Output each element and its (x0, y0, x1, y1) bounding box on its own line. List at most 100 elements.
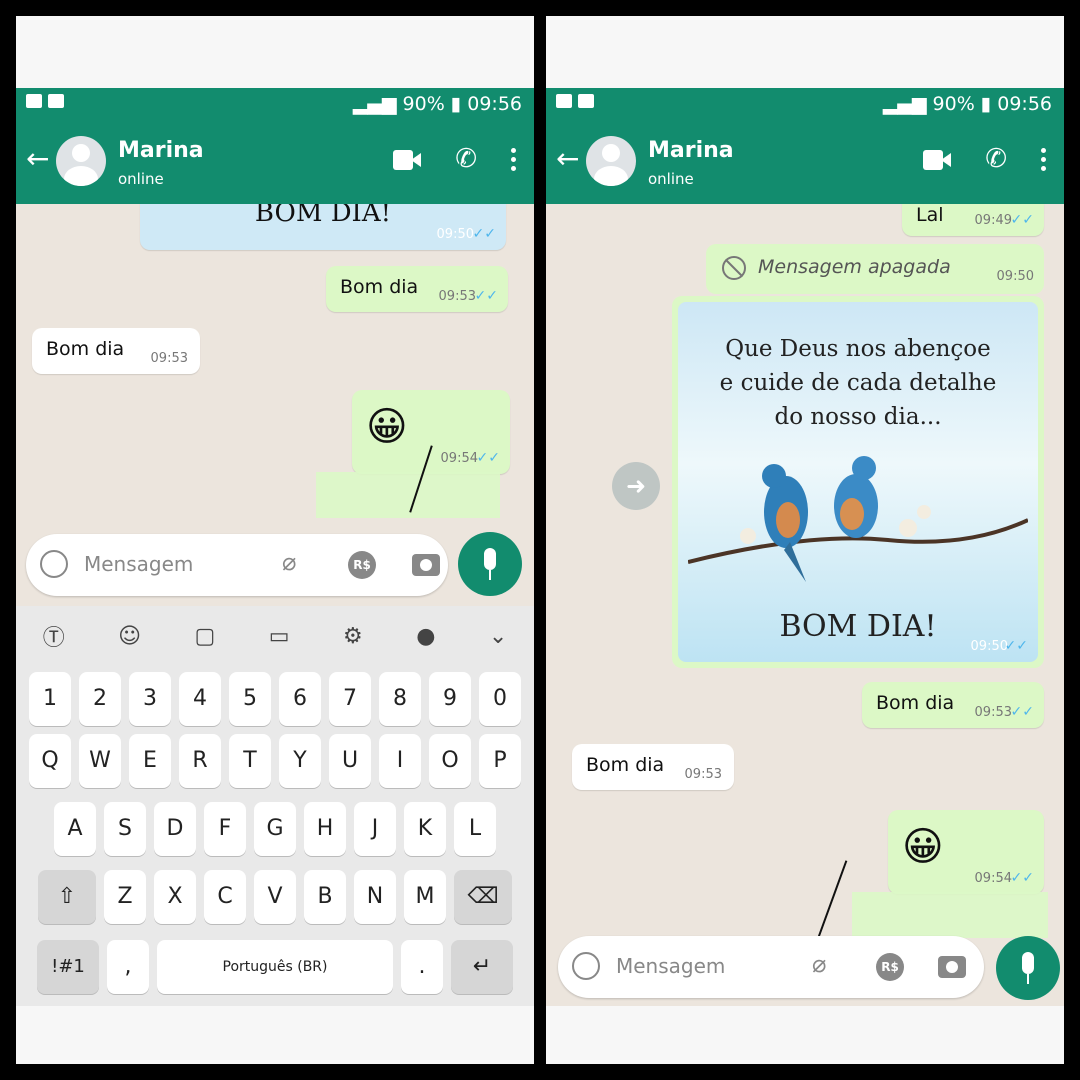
message-text: Bom dia (876, 692, 955, 714)
read-ticks-icon: ✓✓ (1010, 704, 1034, 720)
key-row-bottom: !#1 , Português (BR) . ↵ (16, 940, 534, 994)
blurred-message (316, 472, 500, 518)
emoji-message[interactable]: 😀 09:54 ✓✓ (888, 810, 1044, 894)
image-line: do nosso dia... (774, 404, 942, 430)
message-outgoing[interactable]: Bom dia 09:53 ✓✓ (326, 266, 508, 312)
camera-icon[interactable] (938, 956, 966, 978)
enter-key-icon[interactable]: ↵ (451, 940, 513, 994)
sticker-icon[interactable]: ▢ (195, 624, 216, 649)
deleted-message[interactable]: Mensagem apagada 09:50 (706, 244, 1044, 294)
phone-call-icon[interactable]: ✆ (985, 144, 1007, 174)
emoji-keyboard-icon[interactable]: ☺ (118, 624, 141, 649)
message-input[interactable]: Mensagem (84, 552, 193, 576)
read-ticks-icon: ✓✓ (474, 288, 498, 304)
key[interactable]: I (379, 734, 421, 788)
key[interactable]: F (204, 802, 246, 856)
message-incoming[interactable]: Bom dia 09:53 (32, 328, 200, 374)
key[interactable]: Z (104, 870, 146, 924)
menu-icon[interactable] (511, 148, 516, 174)
key[interactable]: B (304, 870, 346, 924)
key[interactable]: 3 (129, 672, 171, 726)
key[interactable]: 2 (79, 672, 121, 726)
key[interactable]: P (479, 734, 521, 788)
phone-call-icon[interactable]: ✆ (455, 144, 477, 174)
avatar[interactable] (56, 136, 106, 186)
key[interactable]: M (404, 870, 446, 924)
key[interactable]: K (404, 802, 446, 856)
forward-icon[interactable]: ➜ (612, 462, 660, 510)
message-input-bar[interactable]: Mensagem ⌀ R$ (26, 534, 448, 596)
attach-icon[interactable]: ⌀ (812, 950, 826, 978)
key[interactable]: Q (29, 734, 71, 788)
settings-icon[interactable]: ⚙ (343, 624, 363, 649)
key[interactable]: A (54, 802, 96, 856)
key[interactable]: 5 (229, 672, 271, 726)
payment-icon[interactable]: R$ (876, 953, 904, 981)
left-screenshot: ▂▄▆ 90% ▮ 09:56 ← Marina online ✆ BOM DI… (16, 16, 534, 1064)
key[interactable]: E (129, 734, 171, 788)
attach-icon[interactable]: ⌀ (282, 548, 296, 576)
greeting-image[interactable]: Que Deus nos abençoe e cuide de cada det… (678, 302, 1038, 662)
backspace-key-icon[interactable]: ⌫ (454, 870, 512, 924)
key[interactable]: 7 (329, 672, 371, 726)
message-outgoing-partial[interactable]: Lal 09:49 ✓✓ (902, 204, 1044, 236)
key[interactable]: R (179, 734, 221, 788)
payment-icon[interactable]: R$ (348, 551, 376, 579)
menu-icon[interactable] (1041, 148, 1046, 174)
message-input-bar[interactable]: Mensagem ⌀ R$ (558, 936, 984, 998)
gif-icon[interactable]: ▭ (269, 624, 290, 649)
back-arrow-icon[interactable]: ← (26, 142, 49, 175)
key[interactable]: O (429, 734, 471, 788)
blurred-message (852, 892, 1048, 938)
key[interactable]: X (154, 870, 196, 924)
key[interactable]: C (204, 870, 246, 924)
voice-input-icon[interactable]: ● (416, 624, 435, 649)
emoji-icon[interactable] (40, 550, 68, 578)
key[interactable]: G (254, 802, 296, 856)
mic-button[interactable] (996, 936, 1060, 1000)
back-arrow-icon[interactable]: ← (556, 142, 579, 175)
video-call-icon[interactable] (923, 150, 952, 170)
read-ticks-icon: ✓✓ (476, 450, 500, 466)
message-outgoing[interactable]: Bom dia 09:53 ✓✓ (862, 682, 1044, 728)
key[interactable]: 0 (479, 672, 521, 726)
space-key[interactable]: Português (BR) (157, 940, 393, 994)
key[interactable]: 8 (379, 672, 421, 726)
key[interactable]: H (304, 802, 346, 856)
collapse-icon[interactable]: ⌄ (489, 624, 507, 649)
read-ticks-icon: ✓✓ (1004, 638, 1028, 654)
message-input[interactable]: Mensagem (616, 954, 725, 978)
key[interactable]: S (104, 802, 146, 856)
key[interactable]: N (354, 870, 396, 924)
contact-name[interactable]: Marina (648, 138, 734, 163)
emoji-icon[interactable] (572, 952, 600, 980)
key[interactable]: W (79, 734, 121, 788)
image-message-partial[interactable]: BOM DIA! 09:50 ✓✓ (140, 204, 506, 250)
camera-icon[interactable] (412, 554, 440, 576)
mic-button[interactable] (458, 532, 522, 596)
symbols-key[interactable]: !#1 (37, 940, 99, 994)
key[interactable]: L (454, 802, 496, 856)
key[interactable]: U (329, 734, 371, 788)
video-call-icon[interactable] (393, 150, 422, 170)
key[interactable]: 1 (29, 672, 71, 726)
shift-key-icon[interactable]: ⇧ (38, 870, 96, 924)
key[interactable]: T (229, 734, 271, 788)
key[interactable]: 9 (429, 672, 471, 726)
chat-header: ← Marina online ✆ (546, 122, 1064, 204)
key[interactable]: V (254, 870, 296, 924)
avatar[interactable] (586, 136, 636, 186)
comma-key[interactable]: , (107, 940, 149, 994)
keyboard: Ⓣ ☺ ▢ ▭ ⚙ ● ⌄ 1 2 3 4 5 6 7 8 9 0 Q W E … (16, 606, 534, 1016)
emoji-message[interactable]: 😀 09:54 ✓✓ (352, 390, 510, 474)
text-mode-icon[interactable]: Ⓣ (43, 620, 65, 652)
key[interactable]: 4 (179, 672, 221, 726)
key[interactable]: D (154, 802, 196, 856)
key[interactable]: Y (279, 734, 321, 788)
period-key[interactable]: . (401, 940, 443, 994)
message-incoming[interactable]: Bom dia 09:53 (572, 744, 734, 790)
image-message[interactable]: Que Deus nos abençoe e cuide de cada det… (672, 296, 1044, 668)
key[interactable]: 6 (279, 672, 321, 726)
contact-name[interactable]: Marina (118, 138, 204, 163)
key[interactable]: J (354, 802, 396, 856)
